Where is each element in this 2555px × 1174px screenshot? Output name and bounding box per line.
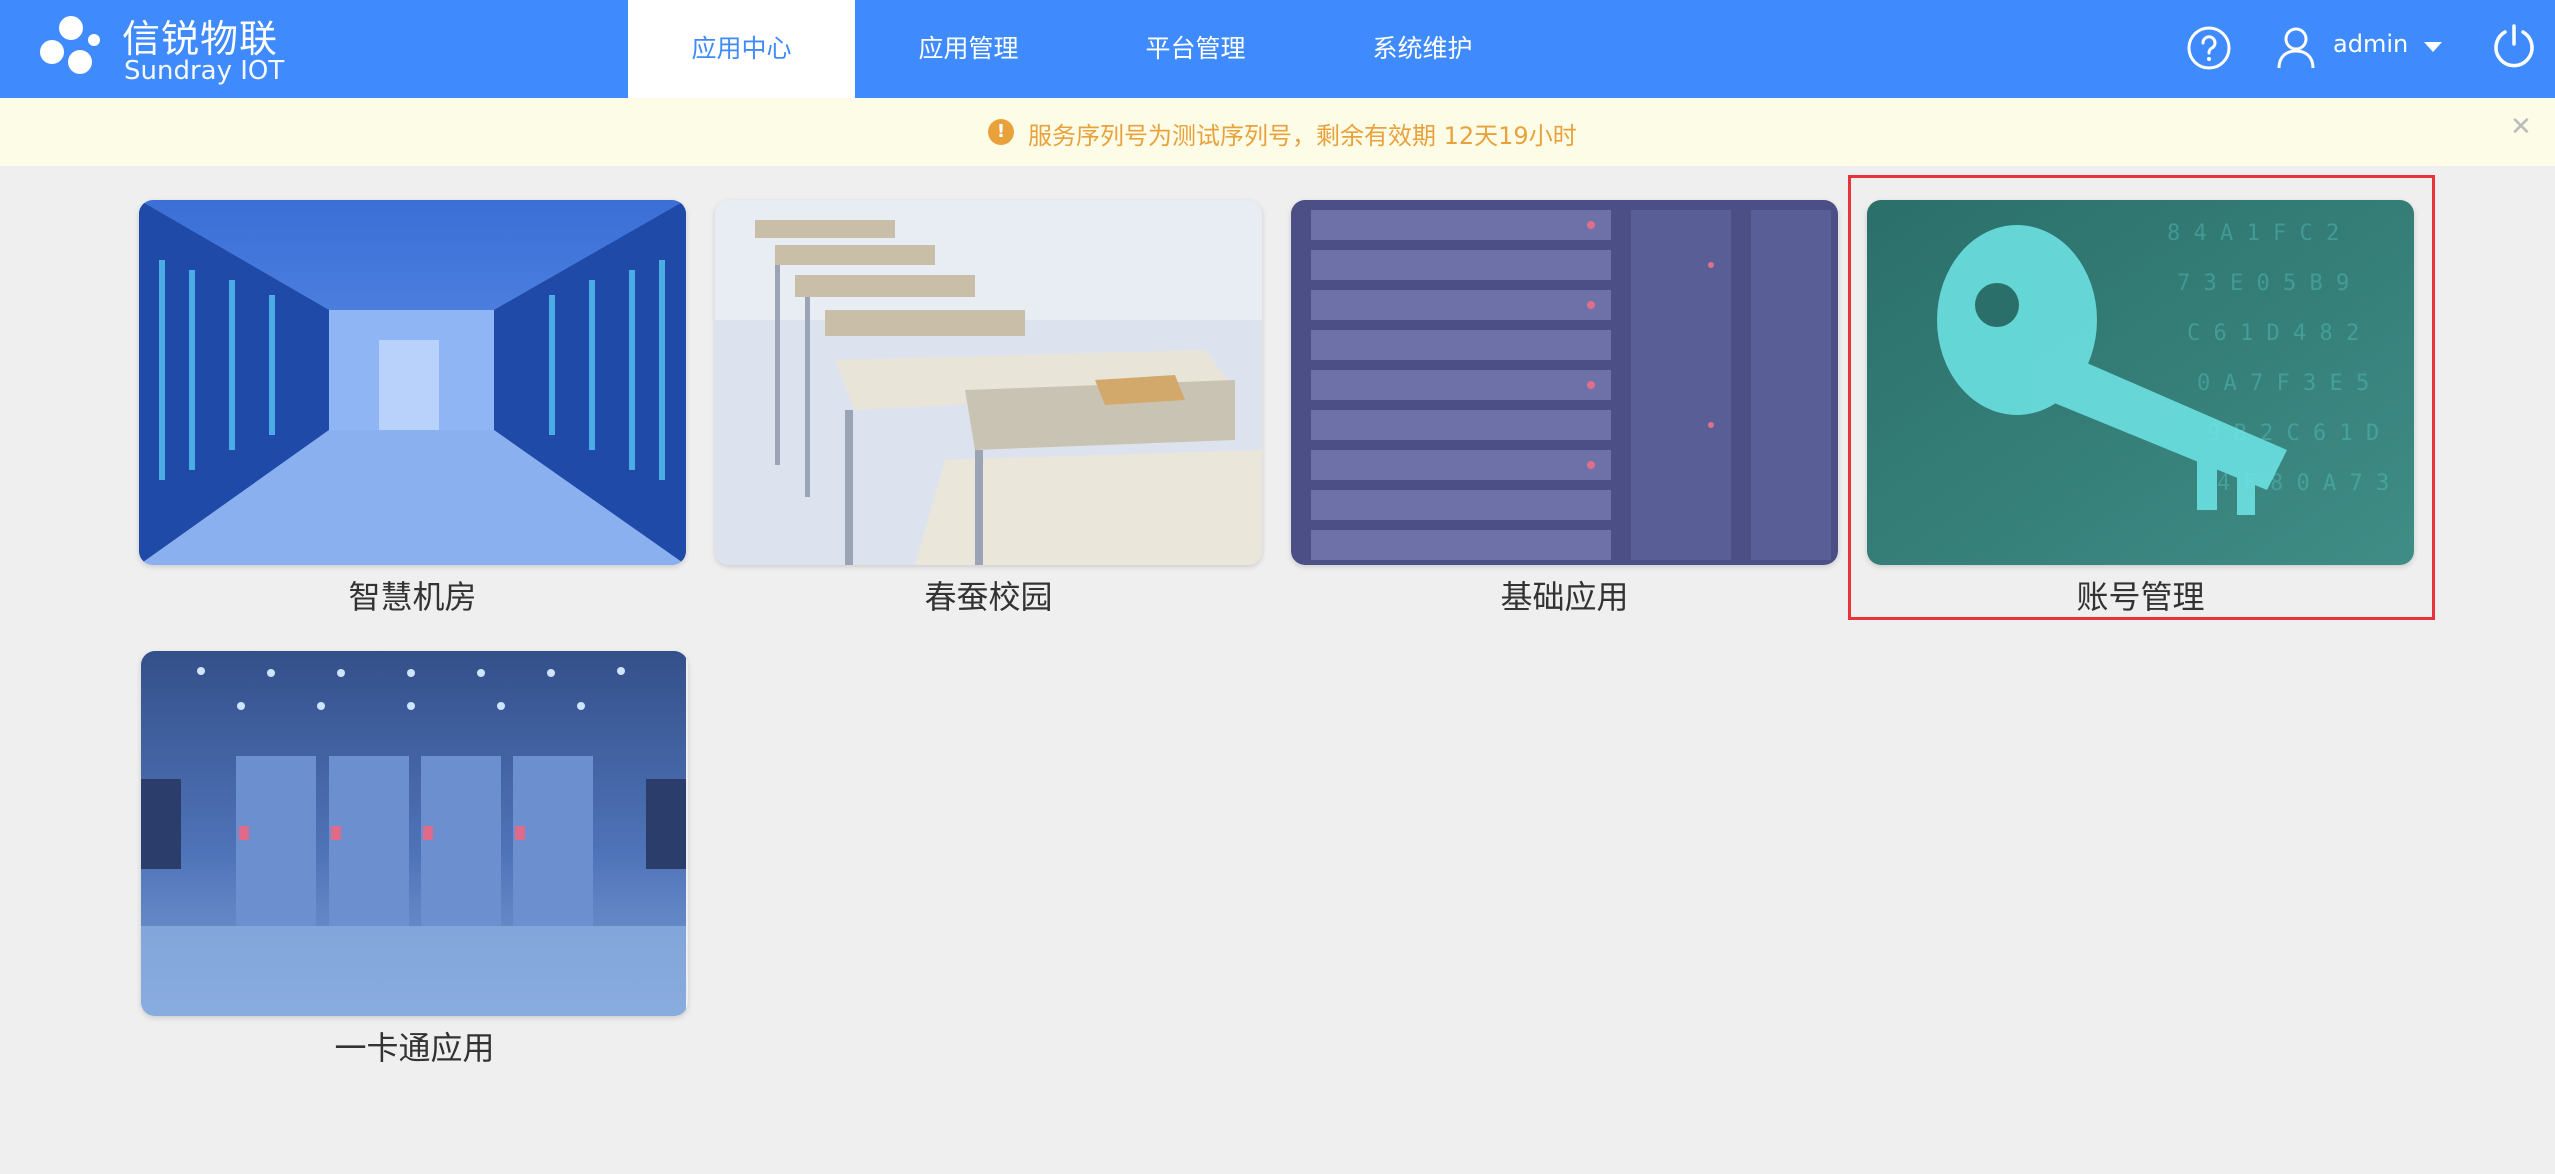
top-header: 信锐物联 Sundray IOT 应用中心 应用管理 平台管理 系统维护 adm… [0, 0, 2555, 98]
user-icon[interactable] [2276, 26, 2316, 70]
app-image-data-center-hall [141, 651, 688, 1016]
notice-text: 服务序列号为测试序列号，剩余有效期 12天19小时 [1028, 122, 1577, 150]
app-card-campus[interactable]: 春蚕校园 [715, 200, 1262, 620]
app-label: 一卡通应用 [334, 1029, 495, 1067]
chevron-down-icon[interactable] [2424, 42, 2442, 52]
close-icon[interactable]: ✕ [2510, 112, 2532, 142]
app-image-classroom [715, 200, 1262, 565]
tab-app-management[interactable]: 应用管理 [855, 0, 1082, 98]
logo-title: 信锐物联 [122, 17, 279, 61]
app-label: 智慧机房 [348, 578, 477, 616]
logo-subtitle: Sundray IOT [124, 56, 285, 86]
help-circle-icon[interactable] [2186, 25, 2232, 71]
warning-icon: ! [988, 119, 1014, 145]
username[interactable]: admin [2333, 30, 2408, 58]
tab-platform-management[interactable]: 平台管理 [1082, 0, 1309, 98]
tab-system-maintenance[interactable]: 系统维护 [1309, 0, 1536, 98]
power-icon[interactable] [2490, 22, 2538, 70]
main-nav: 应用中心 应用管理 平台管理 系统维护 [628, 0, 1536, 98]
logo[interactable]: 信锐物联 Sundray IOT [36, 8, 296, 88]
tab-app-center[interactable]: 应用中心 [628, 0, 855, 98]
app-card-smart-server-room[interactable]: 智慧机房 [139, 200, 686, 620]
app-image-server-room [139, 200, 686, 565]
app-image-server-rack [1291, 200, 1838, 565]
logo-icon [40, 16, 100, 74]
selection-highlight [1848, 175, 2435, 620]
app-card-one-card[interactable]: 一卡通应用 [141, 651, 688, 1071]
app-card-basic-apps[interactable]: 基础应用 [1291, 200, 1838, 620]
app-label: 春蚕校园 [924, 578, 1053, 616]
notice-bar: ! 服务序列号为测试序列号，剩余有效期 12天19小时 ✕ [0, 98, 2555, 166]
app-label: 基础应用 [1500, 578, 1629, 616]
